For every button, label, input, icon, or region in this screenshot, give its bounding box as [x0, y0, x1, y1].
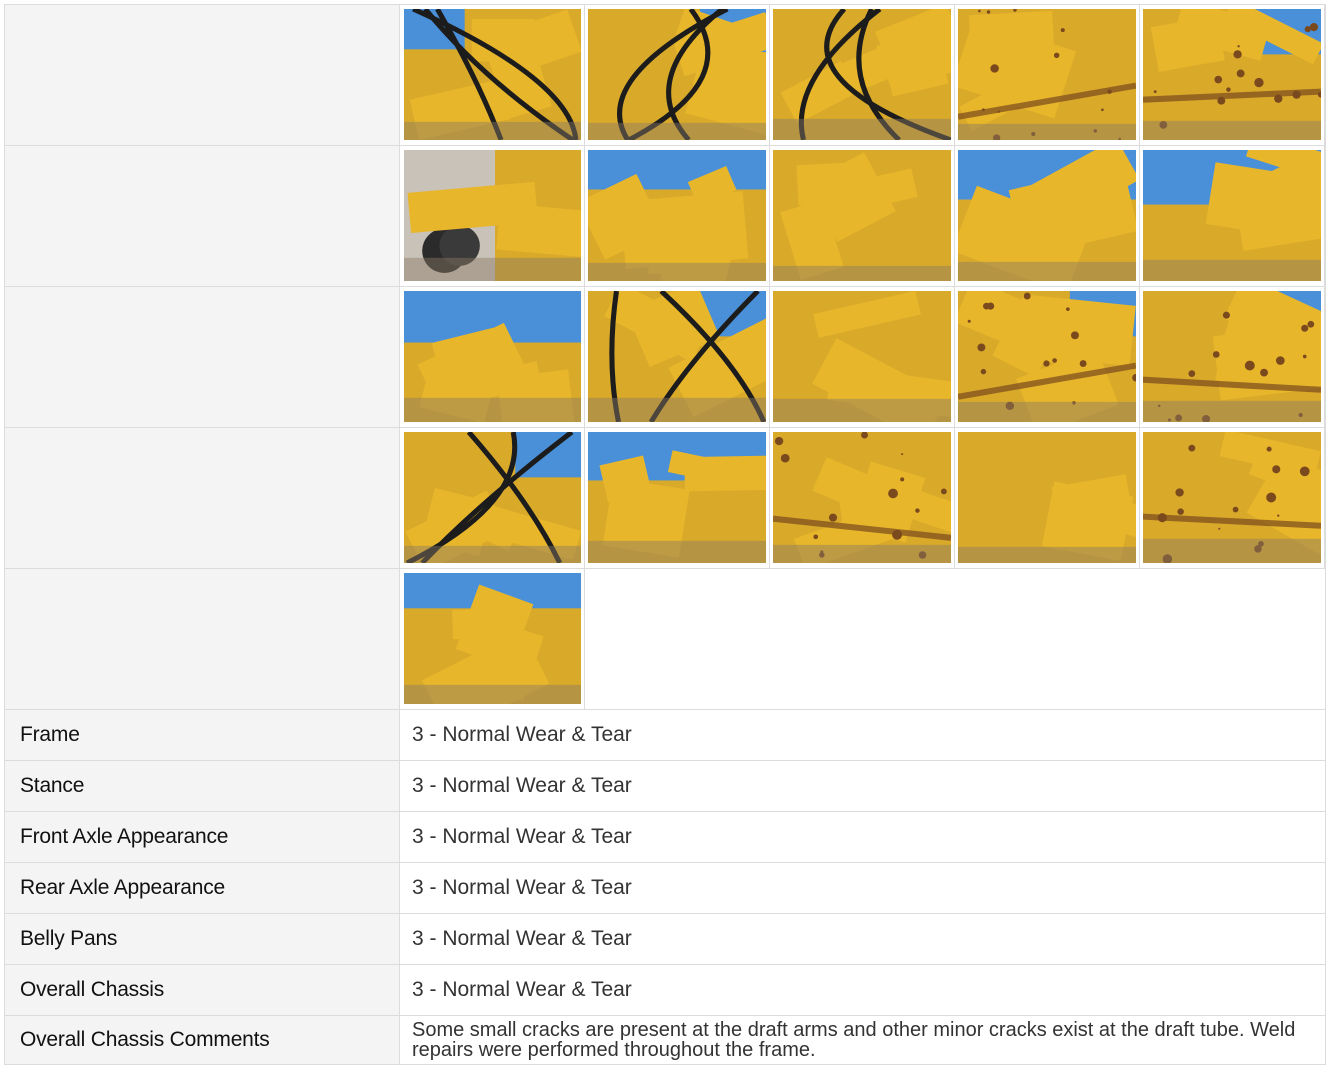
photo-circle-pivot[interactable] [404, 432, 581, 563]
thumbnail-cell [1140, 287, 1325, 427]
attribute-row-comments: Overall Chassis Comments Some small crac… [4, 1016, 1326, 1065]
photo-draft-arm-lot[interactable] [958, 150, 1136, 281]
photo-row [4, 428, 1326, 569]
photo-grid [4, 5, 1326, 710]
photo-draft-tube-side[interactable] [404, 291, 581, 422]
comments-text: Some small cracks are present at the dra… [412, 1019, 1296, 1061]
thumbnail-cell [1140, 428, 1325, 568]
attribute-row-overall-chassis: Overall Chassis 3 - Normal Wear & Tear [4, 965, 1326, 1016]
attribute-label: Front Axle Appearance [20, 825, 229, 848]
photo-rusty-edge[interactable] [773, 432, 951, 563]
photo-weld-joint-closeup[interactable] [1143, 9, 1321, 140]
photo-pivot-joint[interactable] [588, 9, 766, 140]
thumbnail-cell [955, 5, 1140, 145]
photo-frame-crack-weld[interactable] [773, 150, 951, 281]
thumbnail-cell [400, 287, 585, 427]
photo-row-label-cell [4, 569, 400, 709]
attribute-row-rear-axle: Rear Axle Appearance 3 - Normal Wear & T… [4, 863, 1326, 914]
comments-label: Overall Chassis Comments [20, 1028, 270, 1051]
inspection-report-table: Frame 3 - Normal Wear & Tear Stance 3 - … [4, 4, 1326, 1065]
photo-row [4, 5, 1326, 146]
thumbnail-cell [955, 287, 1140, 427]
photo-row-label-cell [4, 146, 400, 286]
photo-row-thumbnails [400, 287, 1326, 427]
thumbnail-cell [770, 428, 955, 568]
attribute-label: Belly Pans [20, 927, 118, 950]
thumbnail-cell [1140, 5, 1325, 145]
photo-frame-weld-seam[interactable] [1143, 291, 1321, 422]
attribute-value: 3 - Normal Wear & Tear [412, 825, 632, 848]
photo-rusty-weld-closeup[interactable] [958, 9, 1136, 140]
thumbnail-cell [400, 569, 585, 709]
thumbnail-cell [585, 287, 770, 427]
attribute-label: Overall Chassis [20, 978, 165, 1001]
attribute-value: 3 - Normal Wear & Tear [412, 927, 632, 950]
thumbnail-cell [955, 146, 1140, 286]
photo-row [4, 287, 1326, 428]
photo-row-thumbnails [400, 5, 1326, 145]
photo-slot-detail[interactable] [958, 432, 1136, 563]
photo-frame-crack-rust[interactable] [958, 291, 1136, 422]
photo-row-label-cell [4, 287, 400, 427]
photo-cat-3-draft-frame[interactable] [588, 432, 766, 563]
photo-row [4, 569, 1326, 710]
thumbnail-cell [585, 428, 770, 568]
photo-hoses-bracket[interactable] [773, 9, 951, 140]
thumbnail-cell [1140, 146, 1325, 286]
photo-moldboard-front[interactable] [588, 291, 766, 422]
attribute-label: Frame [20, 723, 80, 746]
photo-lift-arm-hydraulics[interactable] [404, 9, 581, 140]
attribute-label: Rear Axle Appearance [20, 876, 225, 899]
photo-frame-side-tires[interactable] [404, 150, 581, 281]
photo-row-label-cell [4, 428, 400, 568]
attribute-row-front-axle: Front Axle Appearance 3 - Normal Wear & … [4, 812, 1326, 863]
photo-draft-tube-truck[interactable] [1143, 150, 1321, 281]
attribute-row-frame: Frame 3 - Normal Wear & Tear [4, 710, 1326, 761]
photo-tube-underside[interactable] [588, 150, 766, 281]
attribute-value: 3 - Normal Wear & Tear [412, 723, 632, 746]
photo-row-thumbnails [400, 569, 1326, 709]
attribute-row-stance: Stance 3 - Normal Wear & Tear [4, 761, 1326, 812]
thumbnail-cell [585, 146, 770, 286]
photo-frame-panel[interactable] [773, 291, 951, 422]
attribute-value: 3 - Normal Wear & Tear [412, 978, 632, 1001]
photo-row-label-cell [4, 5, 400, 145]
thumbnail-cell [770, 146, 955, 286]
thumbnail-cell [770, 5, 955, 145]
thumbnail-cell [400, 146, 585, 286]
thumbnail-cell [400, 5, 585, 145]
thumbnail-cell [955, 428, 1140, 568]
thumbnail-cell [585, 5, 770, 145]
attribute-value: 3 - Normal Wear & Tear [412, 876, 632, 899]
photo-row-thumbnails [400, 428, 1326, 568]
photo-cat-3-frame-side[interactable] [404, 573, 581, 704]
attribute-label: Stance [20, 774, 85, 797]
photo-weld-seam-rust[interactable] [1143, 432, 1321, 563]
photo-row-thumbnails [400, 146, 1326, 286]
photo-row [4, 146, 1326, 287]
attribute-row-belly-pans: Belly Pans 3 - Normal Wear & Tear [4, 914, 1326, 965]
thumbnail-cell [400, 428, 585, 568]
attribute-value: 3 - Normal Wear & Tear [412, 774, 632, 797]
thumbnail-cell [770, 287, 955, 427]
